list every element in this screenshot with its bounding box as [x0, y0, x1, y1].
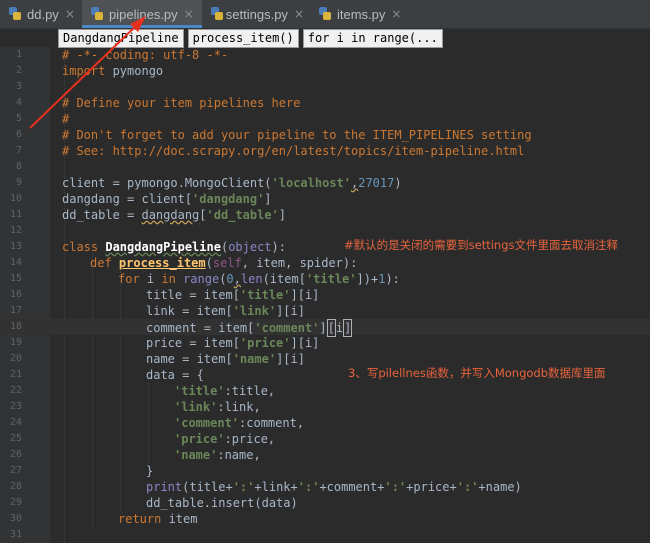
arrow-line: [29, 21, 141, 129]
annotation-arrow: [29, 16, 146, 129]
